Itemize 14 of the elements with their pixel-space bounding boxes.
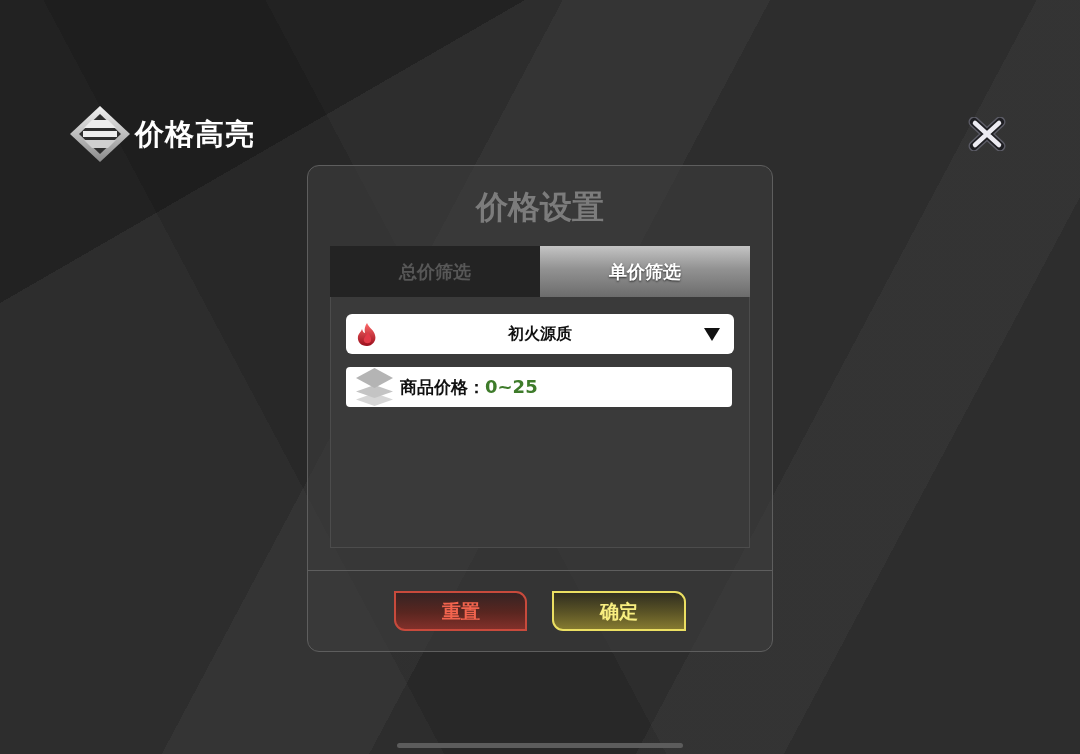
- app-title: 价格高亮: [135, 116, 255, 152]
- layers-icon: [356, 368, 393, 406]
- reset-button[interactable]: 重置: [394, 591, 527, 631]
- confirm-button[interactable]: 确定: [552, 591, 686, 631]
- logo-icon: [70, 106, 130, 162]
- filter-tab[interactable]: 单价筛选: [540, 246, 750, 297]
- close-button[interactable]: [968, 117, 1006, 151]
- caret-icon: [704, 327, 720, 341]
- flame-icon: [357, 322, 377, 346]
- item-select[interactable]: 初火源质: [346, 314, 734, 354]
- price-label: 商品价格：: [400, 378, 485, 396]
- dialog-title: 价格设置: [474, 187, 605, 227]
- price-value: 0~25: [485, 378, 538, 396]
- close-icon: [968, 117, 1006, 151]
